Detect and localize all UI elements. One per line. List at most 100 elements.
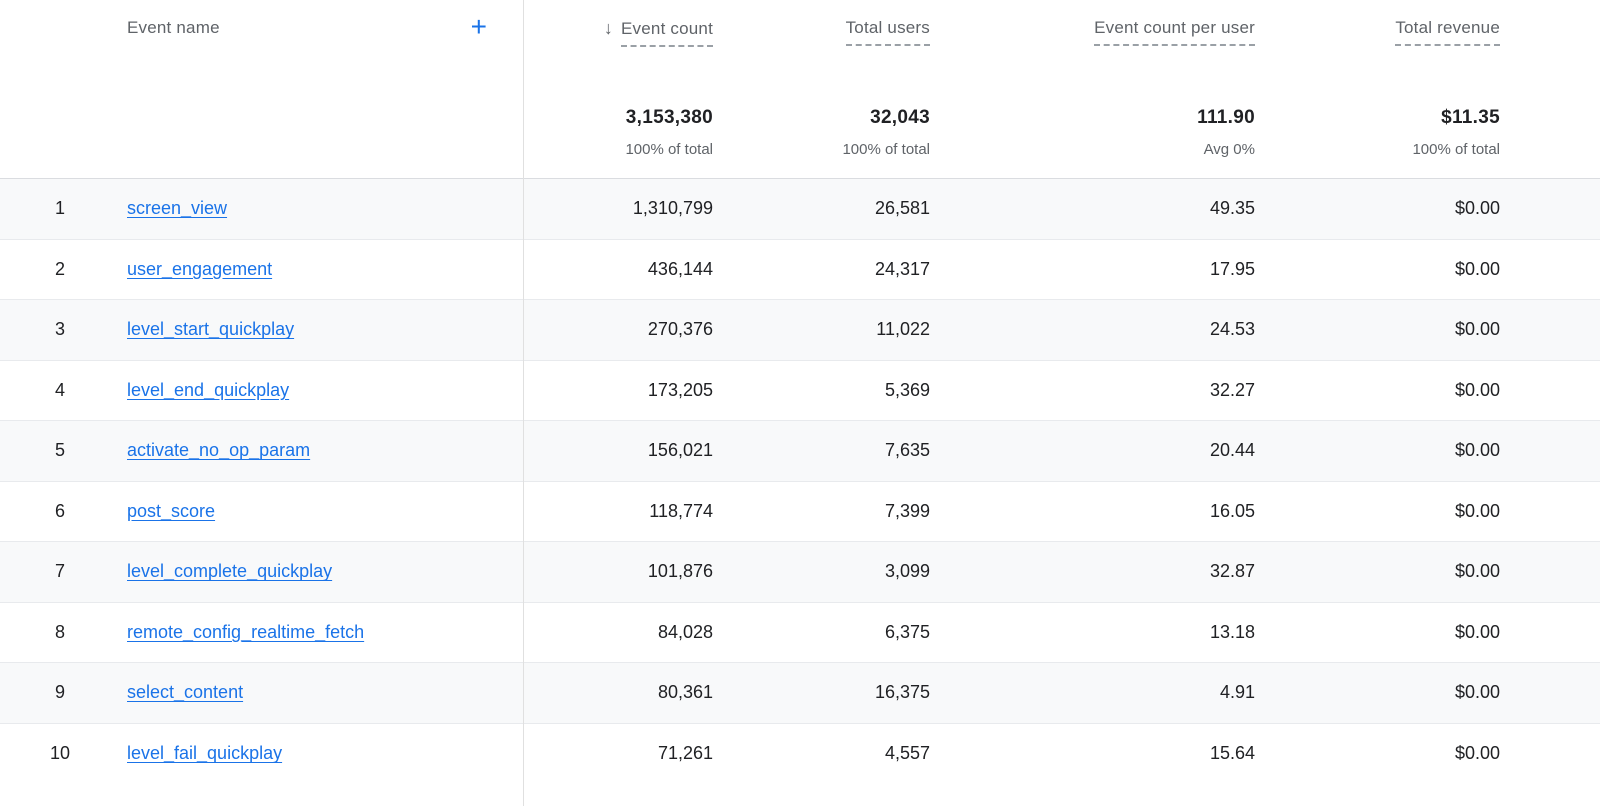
column-header-total-revenue[interactable]: Total revenue bbox=[1255, 18, 1500, 47]
event-count-cell: 118,774 bbox=[523, 501, 713, 522]
event-count-cell: 101,876 bbox=[523, 561, 713, 582]
total-revenue-cell: $0.00 bbox=[1255, 380, 1500, 401]
table-row: 6 post_score 118,774 7,399 16.05 $0.00 bbox=[0, 482, 1600, 543]
add-dimension-icon[interactable]: + bbox=[471, 18, 487, 36]
total-revenue-cell: $0.00 bbox=[1255, 561, 1500, 582]
table-row: 2 user_engagement 436,144 24,317 17.95 $… bbox=[0, 240, 1600, 301]
event-name-link[interactable]: level_fail_quickplay bbox=[127, 743, 282, 763]
event-count-cell: 436,144 bbox=[523, 259, 713, 280]
event-count-cell: 71,261 bbox=[523, 743, 713, 764]
totals-row: 3,153,380 100% of total 32,043 100% of t… bbox=[0, 107, 1600, 158]
dimension-header-label[interactable]: Event name bbox=[127, 18, 220, 38]
total-users-cell: 4,557 bbox=[713, 743, 930, 764]
event-name-link[interactable]: screen_view bbox=[127, 198, 227, 218]
event-count-cell: 156,021 bbox=[523, 440, 713, 461]
total-users-cell: 24,317 bbox=[713, 259, 930, 280]
event-count-cell: 1,310,799 bbox=[523, 198, 713, 219]
row-index: 4 bbox=[0, 380, 120, 401]
event-count-per-user-cell: 32.27 bbox=[930, 380, 1255, 401]
total-revenue-cell: $11.35 100% of total bbox=[1255, 107, 1500, 158]
total-revenue-cell: $0.00 bbox=[1255, 682, 1500, 703]
sort-descending-icon: ↓ bbox=[604, 18, 613, 38]
event-name-link[interactable]: select_content bbox=[127, 682, 243, 702]
row-index: 5 bbox=[0, 440, 120, 461]
total-subtext: 100% of total bbox=[1255, 141, 1500, 158]
total-revenue-cell: $0.00 bbox=[1255, 198, 1500, 219]
total-revenue-cell: $0.00 bbox=[1255, 440, 1500, 461]
event-name-link[interactable]: level_start_quickplay bbox=[127, 319, 294, 339]
total-subtext: 100% of total bbox=[523, 141, 713, 158]
event-count-per-user-cell: 17.95 bbox=[930, 259, 1255, 280]
total-users-cell: 6,375 bbox=[713, 622, 930, 643]
total-revenue-cell: $0.00 bbox=[1255, 259, 1500, 280]
column-divider bbox=[523, 0, 524, 806]
row-index: 6 bbox=[0, 501, 120, 522]
total-subtext: 100% of total bbox=[713, 141, 930, 158]
total-revenue-cell: $0.00 bbox=[1255, 743, 1500, 764]
table-row: 7 level_complete_quickplay 101,876 3,099… bbox=[0, 542, 1600, 603]
event-count-cell: 84,028 bbox=[523, 622, 713, 643]
event-name-link[interactable]: user_engagement bbox=[127, 259, 272, 279]
total-users-cell: 5,369 bbox=[713, 380, 930, 401]
column-header-label: Total revenue bbox=[1395, 18, 1500, 46]
total-revenue-cell: $0.00 bbox=[1255, 622, 1500, 643]
table-row: 8 remote_config_realtime_fetch 84,028 6,… bbox=[0, 603, 1600, 664]
total-subtext: Avg 0% bbox=[930, 141, 1255, 158]
row-index: 8 bbox=[0, 622, 120, 643]
table-row: 4 level_end_quickplay 173,205 5,369 32.2… bbox=[0, 361, 1600, 422]
column-header-event-count-per-user[interactable]: Event count per user bbox=[930, 18, 1255, 47]
column-header-row: Event name + ↓ Event count Total users Ev… bbox=[0, 0, 1600, 47]
total-users-cell: 11,022 bbox=[713, 319, 930, 340]
event-count-per-user-cell: 32.87 bbox=[930, 561, 1255, 582]
column-header-label: Event count per user bbox=[1094, 18, 1255, 46]
dimension-header-cell: Event name + bbox=[120, 18, 523, 47]
total-value: 111.90 bbox=[930, 107, 1255, 129]
total-value: $11.35 bbox=[1255, 107, 1500, 129]
column-header-label: Event count bbox=[621, 19, 713, 47]
event-count-per-user-cell: 4.91 bbox=[930, 682, 1255, 703]
table-row: 10 level_fail_quickplay 71,261 4,557 15.… bbox=[0, 724, 1600, 785]
event-count-per-user-cell: 15.64 bbox=[930, 743, 1255, 764]
total-users-cell: 26,581 bbox=[713, 198, 930, 219]
event-count-per-user-cell: 13.18 bbox=[930, 622, 1255, 643]
total-value: 32,043 bbox=[713, 107, 930, 129]
total-revenue-cell: $0.00 bbox=[1255, 319, 1500, 340]
total-users-cell: 32,043 100% of total bbox=[713, 107, 930, 158]
row-index: 3 bbox=[0, 319, 120, 340]
event-name-link[interactable]: post_score bbox=[127, 501, 215, 521]
table-row: 1 screen_view 1,310,799 26,581 49.35 $0.… bbox=[0, 179, 1600, 240]
row-index: 9 bbox=[0, 682, 120, 703]
event-count-cell: 270,376 bbox=[523, 319, 713, 340]
row-index: 7 bbox=[0, 561, 120, 582]
event-count-per-user-cell: 20.44 bbox=[930, 440, 1255, 461]
table-row: 5 activate_no_op_param 156,021 7,635 20.… bbox=[0, 421, 1600, 482]
total-event-count-per-user-cell: 111.90 Avg 0% bbox=[930, 107, 1255, 158]
event-name-link[interactable]: remote_config_realtime_fetch bbox=[127, 622, 364, 642]
row-index: 10 bbox=[0, 743, 120, 764]
event-name-link[interactable]: activate_no_op_param bbox=[127, 440, 310, 460]
event-count-cell: 173,205 bbox=[523, 380, 713, 401]
total-users-cell: 16,375 bbox=[713, 682, 930, 703]
event-count-per-user-cell: 16.05 bbox=[930, 501, 1255, 522]
total-value: 3,153,380 bbox=[523, 107, 713, 129]
total-users-cell: 7,399 bbox=[713, 501, 930, 522]
event-count-cell: 80,361 bbox=[523, 682, 713, 703]
row-index: 2 bbox=[0, 259, 120, 280]
column-header-event-count[interactable]: ↓ Event count bbox=[523, 18, 713, 47]
row-index: 1 bbox=[0, 198, 120, 219]
table-row: 9 select_content 80,361 16,375 4.91 $0.0… bbox=[0, 663, 1600, 724]
event-name-link[interactable]: level_complete_quickplay bbox=[127, 561, 332, 581]
event-name-link[interactable]: level_end_quickplay bbox=[127, 380, 289, 400]
total-users-cell: 3,099 bbox=[713, 561, 930, 582]
event-count-per-user-cell: 24.53 bbox=[930, 319, 1255, 340]
column-header-label: Total users bbox=[846, 18, 930, 46]
table-header-section: Event name + ↓ Event count Total users Ev… bbox=[0, 0, 1600, 178]
total-users-cell: 7,635 bbox=[713, 440, 930, 461]
total-event-count-cell: 3,153,380 100% of total bbox=[523, 107, 713, 158]
event-count-per-user-cell: 49.35 bbox=[930, 198, 1255, 219]
table-row: 3 level_start_quickplay 270,376 11,022 2… bbox=[0, 300, 1600, 361]
column-header-total-users[interactable]: Total users bbox=[713, 18, 930, 47]
events-report-table: Event name + ↓ Event count Total users Ev… bbox=[0, 0, 1600, 812]
table-body: 1 screen_view 1,310,799 26,581 49.35 $0.… bbox=[0, 178, 1600, 784]
total-revenue-cell: $0.00 bbox=[1255, 501, 1500, 522]
